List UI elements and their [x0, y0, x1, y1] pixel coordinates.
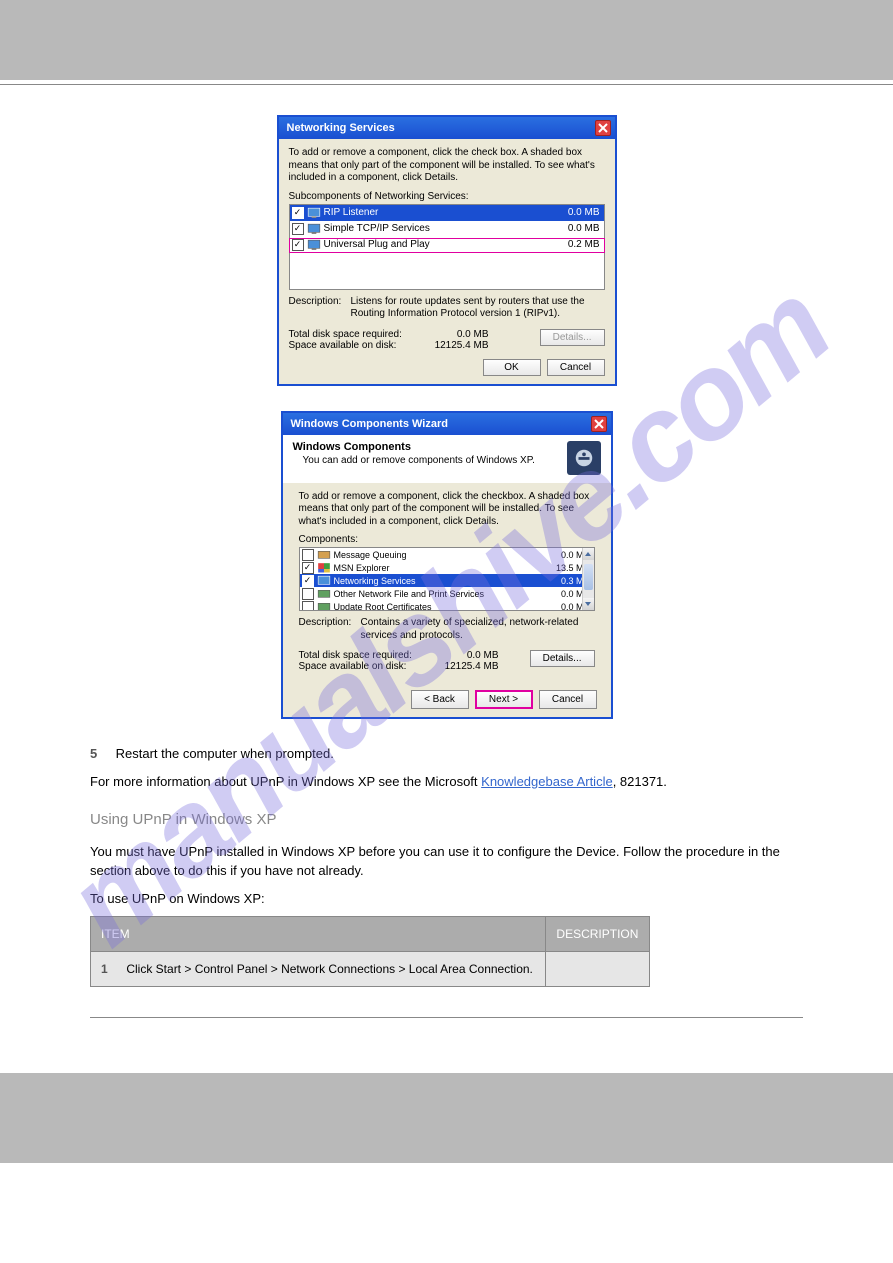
description-label: Description:	[289, 296, 351, 321]
paragraph-knowledgebase: For more information about UPnP in Windo…	[90, 772, 803, 792]
component-icon	[317, 575, 331, 587]
item-label: MSN Explorer	[334, 563, 540, 573]
description-label: Description:	[299, 617, 361, 642]
table-cell-step: 1 Click Start > Control Panel > Network …	[91, 952, 546, 987]
scroll-up-arrow[interactable]	[583, 548, 594, 560]
item-label: Simple TCP/IP Services	[324, 223, 550, 234]
list-item[interactable]: MSN Explorer 13.5 MB	[300, 561, 594, 574]
close-button[interactable]	[591, 416, 607, 432]
paragraph-upnp-install: You must have UPnP installed in Windows …	[90, 842, 803, 881]
item-label: Message Queuing	[334, 550, 540, 560]
list-label: Components:	[299, 534, 595, 545]
list-item[interactable]: Message Queuing 0.0 MB	[300, 548, 594, 561]
dialog-title: Networking Services	[287, 122, 395, 134]
components-list: Message Queuing 0.0 MB MSN Explorer 13.5…	[299, 547, 595, 611]
space-required-value: 0.0 MB	[429, 650, 499, 661]
component-icon	[317, 562, 331, 574]
close-button[interactable]	[595, 120, 611, 136]
wizard-icon	[567, 441, 601, 475]
scroll-thumb[interactable]	[584, 564, 593, 590]
back-button[interactable]: < Back	[411, 690, 469, 709]
step-5: 5 Restart the computer when prompted.	[90, 744, 803, 764]
network-icon	[307, 239, 321, 251]
item-label: Universal Plug and Play	[324, 239, 550, 250]
description-value: Contains a variety of specialized, netwo…	[361, 617, 595, 642]
step-number: 1	[101, 960, 123, 978]
titlebar: Networking Services	[279, 117, 615, 139]
details-button: Details...	[540, 329, 605, 346]
wizard-header: Windows Components You can add or remove…	[283, 435, 611, 483]
step-text: Click Start > Control Panel > Network Co…	[126, 962, 533, 976]
dialog-title: Windows Components Wizard	[291, 418, 448, 430]
dialog-windows-components-wizard: Windows Components Wizard Windows Compon…	[281, 411, 613, 720]
table-cell-description	[546, 952, 650, 987]
list-item[interactable]: RIP Listener 0.0 MB	[290, 205, 604, 221]
next-button[interactable]: Next >	[475, 690, 533, 709]
section-heading: Using UPnP in Windows XP	[90, 809, 803, 832]
subcomponents-list: RIP Listener 0.0 MB Simple TCP/IP Servic…	[289, 204, 605, 290]
checkbox[interactable]	[302, 601, 314, 612]
item-label: Update Root Certificates	[334, 602, 540, 612]
item-label: RIP Listener	[324, 207, 550, 218]
cancel-button[interactable]: Cancel	[539, 690, 597, 709]
ok-button[interactable]: OK	[483, 359, 541, 376]
document-body: 5 Restart the computer when prompted. Fo…	[90, 744, 803, 1018]
table-header-description: DESCRIPTION	[546, 917, 650, 952]
list-item[interactable]: Update Root Certificates 0.0 MB	[300, 600, 594, 611]
list-item[interactable]: Other Network File and Print Services 0.…	[300, 587, 594, 600]
checkbox[interactable]	[302, 549, 314, 561]
checkbox[interactable]	[292, 239, 304, 251]
description-value: Listens for route updates sent by router…	[351, 296, 605, 321]
scrollbar[interactable]	[582, 548, 594, 610]
step-text: Restart the computer when prompted.	[116, 746, 334, 761]
paragraph-upnp-use: To use UPnP on Windows XP:	[90, 889, 803, 909]
knowledgebase-link[interactable]: Knowledgebase Article	[481, 774, 613, 789]
checkbox[interactable]	[292, 207, 304, 219]
space-required-value: 0.0 MB	[419, 329, 489, 340]
list-item[interactable]: Networking Services 0.3 MB	[300, 574, 594, 587]
scroll-down-arrow[interactable]	[583, 598, 594, 610]
item-label: Other Network File and Print Services	[334, 589, 540, 599]
close-icon	[594, 419, 604, 429]
cancel-button[interactable]: Cancel	[547, 359, 605, 376]
info-table: ITEM DESCRIPTION 1 Click Start > Control…	[90, 916, 650, 987]
item-size: 0.2 MB	[550, 239, 600, 250]
table-header-item: ITEM	[91, 917, 546, 952]
instruction-text: To add or remove a component, click the …	[289, 147, 605, 185]
space-available-value: 12125.4 MB	[419, 340, 489, 351]
space-available-label: Space available on disk:	[299, 661, 429, 672]
item-size: 0.0 MB	[550, 207, 600, 218]
step-number: 5	[90, 744, 112, 764]
list-label: Subcomponents of Networking Services:	[289, 191, 605, 202]
bottom-bar	[0, 1073, 893, 1163]
component-icon	[317, 549, 331, 561]
space-required-label: Total disk space required:	[289, 329, 419, 340]
item-label: Networking Services	[334, 576, 540, 586]
network-icon	[307, 223, 321, 235]
checkbox[interactable]	[302, 562, 314, 574]
top-bar	[0, 0, 893, 80]
titlebar: Windows Components Wizard	[283, 413, 611, 435]
list-item[interactable]: Simple TCP/IP Services 0.0 MB	[290, 221, 604, 237]
network-icon	[307, 207, 321, 219]
checkbox[interactable]	[302, 575, 314, 587]
list-item[interactable]: Universal Plug and Play 0.2 MB	[290, 237, 604, 253]
component-icon	[317, 601, 331, 612]
instruction-text: To add or remove a component, click the …	[299, 491, 595, 529]
dialog-networking-services: Networking Services To add or remove a c…	[277, 115, 617, 386]
space-available-label: Space available on disk:	[289, 340, 419, 351]
details-button[interactable]: Details...	[530, 650, 595, 667]
item-size: 0.0 MB	[550, 223, 600, 234]
checkbox[interactable]	[292, 223, 304, 235]
component-icon	[317, 588, 331, 600]
checkbox[interactable]	[302, 588, 314, 600]
close-icon	[598, 123, 608, 133]
page-bottom-border	[90, 1017, 803, 1018]
wizard-header-subtitle: You can add or remove components of Wind…	[303, 455, 561, 466]
space-available-value: 12125.4 MB	[429, 661, 499, 672]
space-required-label: Total disk space required:	[299, 650, 429, 661]
wizard-header-title: Windows Components	[293, 441, 561, 453]
